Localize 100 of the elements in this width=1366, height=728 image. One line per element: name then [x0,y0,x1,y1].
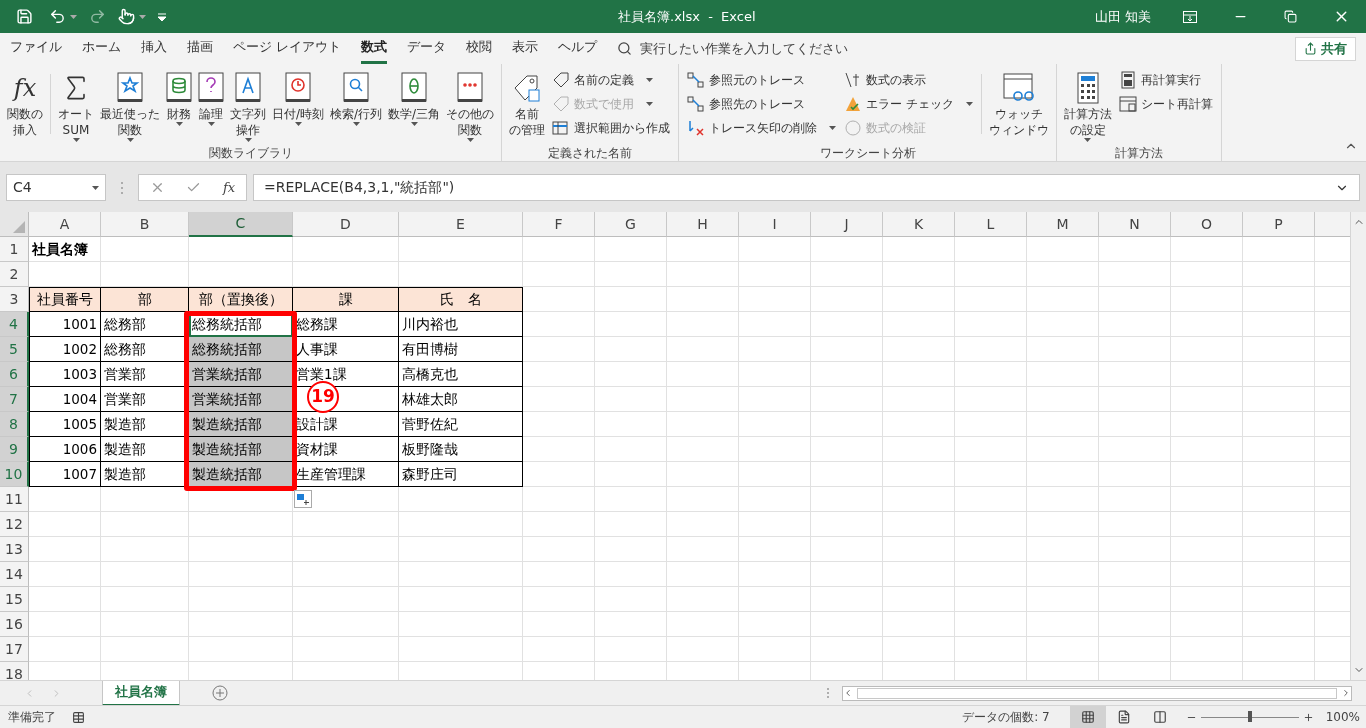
empty-cell[interactable] [955,287,1027,312]
empty-cell[interactable] [523,612,595,637]
row-header[interactable]: 12 [0,512,29,537]
empty-cell[interactable] [1243,412,1315,437]
empty-cell[interactable] [595,637,667,662]
empty-cell[interactable] [1099,287,1171,312]
ribbon-tab[interactable]: ホーム [82,33,121,64]
empty-cell[interactable] [1099,412,1171,437]
empty-cell[interactable] [1243,312,1315,337]
empty-cell[interactable] [883,462,955,487]
empty-cell[interactable] [1243,237,1315,262]
empty-cell[interactable] [595,487,667,512]
empty-cell[interactable] [811,512,883,537]
vertical-scrollbar[interactable] [1350,212,1366,680]
empty-cell[interactable] [667,512,739,537]
row-header[interactable]: 17 [0,637,29,662]
empty-cell[interactable] [293,562,399,587]
empty-cell[interactable] [883,312,955,337]
empty-cell[interactable] [667,462,739,487]
empty-cell[interactable] [1027,337,1099,362]
empty-cell[interactable] [811,587,883,612]
empty-cell[interactable] [595,262,667,287]
ribbon-button[interactable]: その他の 関数 [443,70,498,142]
empty-cell[interactable] [739,537,811,562]
empty-cell[interactable] [523,562,595,587]
empty-cell[interactable] [189,612,293,637]
empty-cell[interactable] [739,437,811,462]
empty-cell[interactable] [1027,362,1099,387]
empty-cell[interactable] [1243,337,1315,362]
empty-cell[interactable] [811,612,883,637]
customize-icon[interactable] [158,12,166,21]
formula-field[interactable]: =REPLACE(B4,3,1,"統括部") [253,174,1360,201]
scroll-right-icon[interactable] [1341,688,1351,698]
empty-cell[interactable] [1243,612,1315,637]
empty-cell[interactable] [189,562,293,587]
ribbon-button[interactable]: エラー チェック [844,94,973,114]
column-header[interactable]: M [1027,212,1099,237]
empty-cell[interactable] [955,612,1027,637]
empty-cell[interactable] [1171,462,1243,487]
column-header[interactable]: P [1243,212,1315,237]
empty-cell[interactable] [595,312,667,337]
ribbon-button[interactable]: 数学/三角 [385,70,444,126]
empty-cell[interactable] [1243,562,1315,587]
empty-cell[interactable] [811,537,883,562]
column-header[interactable]: I [739,212,811,237]
empty-cell[interactable] [293,587,399,612]
row-header[interactable]: 16 [0,612,29,637]
empty-cell[interactable] [811,637,883,662]
scroll-left-icon[interactable] [843,688,853,698]
ribbon-tab[interactable]: 挿入 [141,33,167,64]
empty-cell[interactable] [667,487,739,512]
empty-cell[interactable] [1027,512,1099,537]
empty-cell[interactable] [1243,637,1315,662]
ribbon-button[interactable]: 財務 [163,70,195,126]
ribbon-tab[interactable]: ページ レイアウト [233,33,342,64]
empty-cell[interactable] [1027,637,1099,662]
empty-cell[interactable] [523,312,595,337]
empty-cell[interactable] [595,387,667,412]
empty-cell[interactable] [293,612,399,637]
column-header[interactable]: K [883,212,955,237]
empty-cell[interactable] [739,312,811,337]
empty-cell[interactable] [811,462,883,487]
empty-cell[interactable] [523,262,595,287]
empty-cell[interactable] [1171,562,1243,587]
empty-cell[interactable] [1027,437,1099,462]
empty-cell[interactable] [595,337,667,362]
macro-record-icon[interactable] [72,710,85,724]
empty-cell[interactable] [1171,237,1243,262]
select-all-icon[interactable] [13,221,25,233]
empty-cell[interactable] [811,387,883,412]
empty-cell[interactable] [811,437,883,462]
column-header[interactable]: E [399,212,523,237]
empty-cell[interactable] [523,437,595,462]
empty-cell[interactable] [1099,562,1171,587]
empty-cell[interactable] [523,412,595,437]
save-icon[interactable] [16,8,33,25]
empty-cell[interactable] [883,337,955,362]
empty-cell[interactable] [189,237,293,262]
empty-cell[interactable] [1027,587,1099,612]
empty-cell[interactable] [1099,462,1171,487]
empty-cell[interactable] [101,537,189,562]
empty-cell[interactable] [101,637,189,662]
column-header[interactable]: J [811,212,883,237]
empty-cell[interactable] [667,262,739,287]
empty-cell[interactable] [667,337,739,362]
empty-cell[interactable] [399,537,523,562]
empty-cell[interactable] [811,312,883,337]
empty-cell[interactable] [955,637,1027,662]
empty-cell[interactable] [811,412,883,437]
empty-cell[interactable] [523,637,595,662]
empty-cell[interactable] [883,612,955,637]
zoom-thumb[interactable] [1247,711,1252,722]
empty-cell[interactable] [739,362,811,387]
empty-cell[interactable] [399,562,523,587]
empty-cell[interactable] [1027,612,1099,637]
empty-cell[interactable] [811,362,883,387]
row-header[interactable]: 11 [0,487,29,512]
empty-cell[interactable] [955,537,1027,562]
empty-cell[interactable] [293,637,399,662]
ribbon-button[interactable]: シート再計算 [1118,94,1213,114]
